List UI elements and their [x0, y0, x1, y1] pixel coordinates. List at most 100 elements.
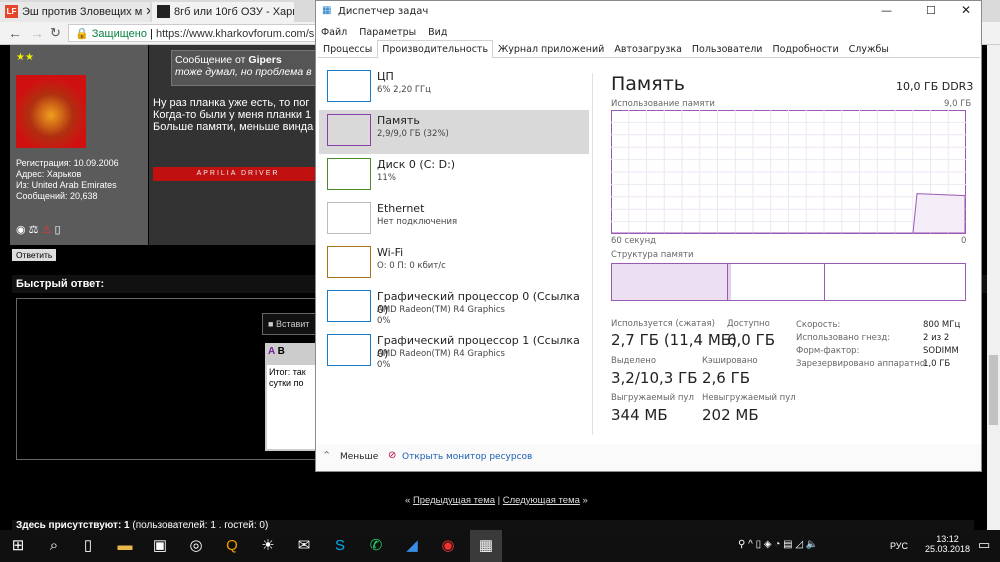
fewer-details-button[interactable]: Меньше	[340, 452, 378, 462]
resource-item[interactable]: Диск 0 (C: D:) 11%	[319, 154, 589, 198]
tab-title: Эш против Зловещих м	[22, 6, 143, 18]
page-scrollbar[interactable]	[987, 45, 1000, 530]
resource-name: Диск 0 (C: D:)	[377, 158, 456, 171]
paged-pool-label: Выгружаемый пул	[611, 393, 694, 403]
site-icon	[157, 5, 170, 18]
chrome-icon[interactable]: ◉	[438, 536, 458, 556]
spec-value: SODIMM	[923, 346, 959, 356]
bold-icon[interactable]: B	[278, 346, 285, 357]
app-icon[interactable]: ◎	[186, 536, 206, 556]
time-right: 0	[961, 236, 967, 246]
structure-label: Структура памяти	[611, 250, 694, 260]
skype-icon[interactable]: S	[330, 536, 350, 556]
resource-item[interactable]: Графический процессор 1 (Ссылка 0) AMD R…	[319, 330, 589, 374]
tab-details[interactable]: Подробности	[767, 40, 843, 59]
resource-item[interactable]: Память 2,9/9,0 ГБ (32%)	[319, 110, 589, 154]
quote-author[interactable]: Gipers	[248, 54, 281, 66]
search-icon[interactable]: ⌕	[44, 536, 64, 556]
title-bar[interactable]: ▦ Диспетчер задач — ☐ ✕	[316, 1, 981, 23]
ip-icon[interactable]: ▯	[55, 224, 61, 236]
scrollbar-thumb[interactable]	[989, 355, 998, 425]
task-manager-taskbar-icon[interactable]: ▦	[470, 530, 502, 562]
clock[interactable]: 13:12 25.03.2018	[925, 534, 970, 554]
available-label: Доступно	[727, 319, 770, 329]
tab-app-history[interactable]: Журнал приложений	[493, 40, 609, 59]
tab-users[interactable]: Пользователи	[687, 40, 768, 59]
store-icon[interactable]: ▣	[150, 536, 170, 556]
tray-icons[interactable]: ⚲ ^ ▯ ◈ ◔ ▤ ◿ 🔈	[738, 539, 818, 550]
resource-item[interactable]: Графический процессор 0 (Ссылка 0) AMD R…	[319, 286, 589, 330]
forward-icon[interactable]: →	[30, 25, 44, 41]
user-panel: ★★ Регистрация: 10.09.2006 Адрес: Харько…	[10, 45, 148, 245]
explorer-icon[interactable]: ▬	[115, 536, 135, 556]
mail-icon[interactable]: ✉	[294, 536, 314, 556]
user-info: Регистрация: 10.09.2006 Адрес: Харьков И…	[16, 158, 119, 202]
reload-icon[interactable]: ↻	[50, 25, 61, 41]
qip-icon[interactable]: Q	[222, 536, 242, 556]
clock-time: 13:12	[936, 534, 959, 544]
status-icon[interactable]: ◉	[16, 224, 26, 236]
back-icon[interactable]: ←	[8, 25, 22, 41]
scales-icon[interactable]: ⚖	[29, 224, 39, 236]
app-icon[interactable]: ◢	[402, 536, 422, 556]
open-resource-monitor-link[interactable]: Открыть монитор ресурсов	[402, 452, 532, 462]
resource-item[interactable]: Ethernet Нет подключения	[319, 198, 589, 242]
whatsapp-icon[interactable]: ✆	[366, 536, 386, 556]
browser-tab[interactable]: LF Эш против Зловещих м ✕	[0, 2, 150, 22]
resource-thumbnail	[327, 202, 371, 234]
quote-text: тоже думал, но проблема в	[175, 66, 312, 78]
resource-thumbnail	[327, 158, 371, 190]
post-line: Ну раз планка уже есть, то пог	[153, 97, 310, 109]
font-icon[interactable]: A	[268, 346, 275, 357]
resource-detail: Нет подключения	[377, 217, 457, 228]
taskmgr-icon: ▦	[322, 5, 332, 16]
resource-detail: 11%	[377, 173, 396, 184]
reply-button[interactable]: Ответить	[12, 249, 57, 261]
browser-tab-active[interactable]: 8гб или 10гб ОЗУ - Харь ✕	[152, 2, 294, 22]
resource-item[interactable]: Wi-Fi О: 0 П: 0 кбит/с	[319, 242, 589, 286]
spec-key: Зарезервировано аппаратно:	[796, 359, 928, 369]
tab-startup[interactable]: Автозагрузка	[609, 40, 687, 59]
maximize-button[interactable]: ☐	[926, 4, 936, 17]
post-line: Когда-то были у меня планки 1	[153, 109, 312, 121]
memory-heading: Память	[611, 73, 685, 95]
structure-in-use	[612, 264, 728, 300]
chevron-up-icon[interactable]: ⌃	[322, 449, 331, 462]
rank-stars: ★★	[16, 52, 34, 63]
resource-sub: 11%	[377, 173, 396, 183]
minimize-button[interactable]: —	[881, 4, 892, 17]
menu-options[interactable]: Параметры	[359, 27, 416, 38]
spec-value: 1,0 ГБ	[923, 359, 951, 369]
committed-value: 3,2/10,3 ГБ	[611, 369, 698, 387]
report-icon[interactable]: ⚠	[42, 224, 52, 236]
url-input[interactable]: 🔒 Защищено | https://www.kharkovforum.co…	[68, 24, 328, 42]
resource-sub: Нет подключения	[377, 217, 458, 227]
resource-item[interactable]: ЦП 6% 2,20 ГГц	[319, 66, 589, 110]
tab-performance[interactable]: Производительность	[377, 40, 494, 58]
post-text: Ну раз планка уже есть, то пог Когда-то …	[153, 97, 313, 133]
task-view-icon[interactable]: ▯	[78, 536, 98, 556]
tab-services[interactable]: Службы	[844, 40, 894, 59]
memory-usage-graph	[611, 110, 966, 234]
next-topic-link[interactable]: Следующая тема	[503, 495, 580, 506]
close-button[interactable]: ✕	[961, 3, 971, 17]
avatar[interactable]	[16, 75, 86, 148]
user-from: Из: United Arab Emirates	[16, 180, 117, 190]
spec-value: 800 МГц	[923, 320, 961, 330]
notifications-icon[interactable]: ▭	[978, 537, 990, 553]
menu-file[interactable]: Файл	[321, 27, 347, 38]
secure-label: Защищено	[91, 28, 147, 40]
resource-sub: О: 0 П: 0 кбит/с	[377, 261, 446, 271]
committed-label: Выделено	[611, 356, 657, 366]
cached-label: Кэшировано	[702, 356, 758, 366]
prev-topic-link[interactable]: Предыдущая тема	[413, 495, 495, 506]
insert-option[interactable]: ■ Вставит	[262, 313, 322, 335]
in-use-label: Используется (сжатая)	[611, 319, 715, 329]
paged-pool-value: 344 МБ	[611, 406, 668, 424]
weather-icon[interactable]: ☀	[258, 536, 278, 556]
start-icon[interactable]: ⊞	[8, 536, 28, 556]
language-indicator[interactable]: РУС	[890, 541, 908, 551]
tab-processes[interactable]: Процессы	[318, 40, 377, 59]
quick-reply-box: ■ Вставит A B Итог: так сутки по	[16, 298, 325, 460]
menu-view[interactable]: Вид	[428, 27, 447, 38]
